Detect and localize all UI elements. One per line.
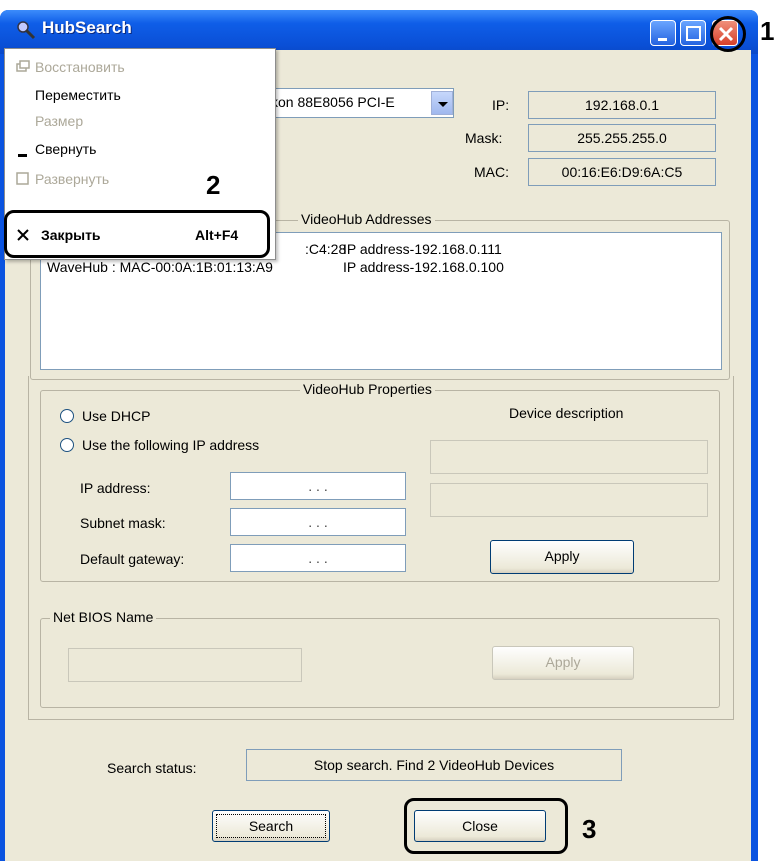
adapter-value: kon 88E8056 PCI-E: [271, 94, 395, 110]
maximize-icon: [15, 165, 31, 202]
mask-value: 255.255.255.0: [528, 124, 716, 152]
search-status-label: Search status:: [107, 760, 197, 776]
app-icon[interactable]: [14, 18, 38, 42]
mask-label: Mask:: [465, 130, 503, 146]
addresses-legend: VideoHub Addresses: [298, 211, 435, 227]
list-item-2-ip[interactable]: IP address-192.168.0.100: [343, 259, 504, 275]
minimize-button[interactable]: [650, 20, 676, 46]
menu-item-minimize[interactable]: Свернуть: [5, 135, 275, 163]
chevron-down-icon[interactable]: [431, 91, 453, 115]
ip-value: 192.168.0.1: [528, 91, 716, 119]
callout-title-close: [710, 16, 746, 52]
adapter-select[interactable]: kon 88E8056 PCI-E: [268, 88, 454, 118]
menu-item-move[interactable]: Переместить: [5, 81, 275, 109]
list-item-1-device[interactable]: :C4:28: [305, 241, 346, 257]
callout-close-button: [404, 798, 568, 854]
ip-label: IP:: [492, 97, 510, 113]
menu-item-size[interactable]: Размер: [5, 107, 275, 135]
maximize-button[interactable]: [680, 20, 706, 46]
annotation-number-2: 2: [206, 170, 221, 200]
window-title: HubSearch: [42, 18, 132, 37]
callout-close-menu-item: [4, 210, 270, 258]
annotation-number-3: 3: [582, 814, 597, 844]
menu-item-restore[interactable]: Восстановить: [5, 53, 275, 81]
main-frame: [28, 376, 734, 720]
mac-label: MAC:: [474, 164, 509, 180]
menu-item-maximize[interactable]: Развернуть: [5, 165, 275, 193]
list-item-2-device[interactable]: WaveHub : MAC-00:0A:1B:01:13:A9: [47, 259, 273, 275]
search-button[interactable]: Search: [212, 810, 330, 842]
list-item-1-ip[interactable]: IP address-192.168.0.111: [343, 241, 502, 257]
annotation-number-1: 1: [760, 16, 775, 46]
mac-value: 00:16:E6:D9:6A:C5: [528, 158, 716, 186]
search-status-value: Stop search. Find 2 VideoHub Devices: [246, 749, 622, 781]
